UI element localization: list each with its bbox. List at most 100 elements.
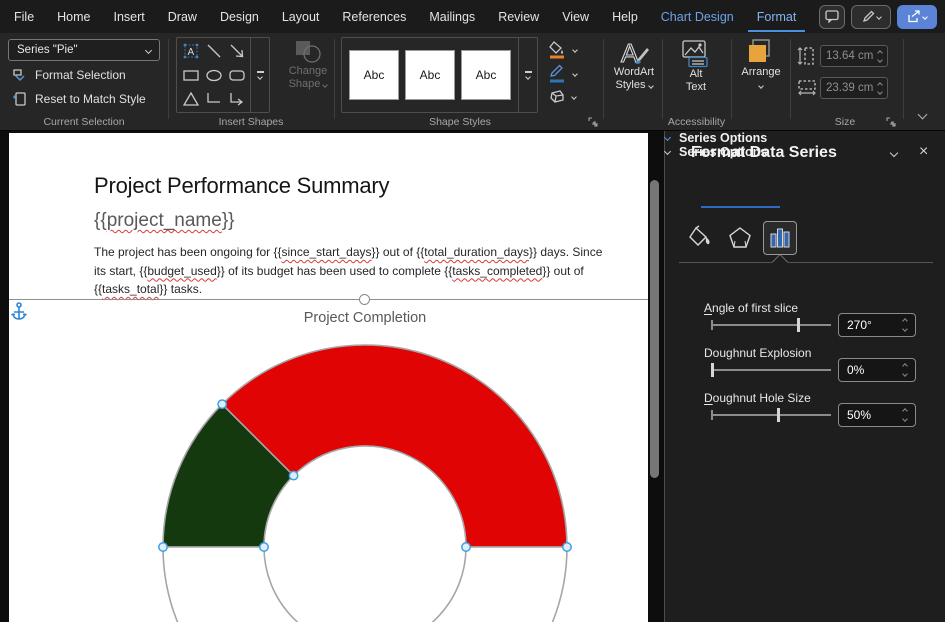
arrow-icon[interactable] <box>227 41 247 61</box>
group-label-insert-shapes: Insert Shapes <box>181 116 321 128</box>
menu-tab-insert[interactable]: Insert <box>105 1 154 33</box>
shape-style-swatch-2[interactable]: Abc <box>405 50 455 100</box>
insert-shapes-more-button[interactable] <box>250 38 269 112</box>
menu-tab-format[interactable]: Format <box>748 1 806 33</box>
reset-to-match-style-label: Reset to Match Style <box>35 92 146 106</box>
placeholder-token: since_start_days <box>281 245 371 259</box>
tab-series-options-icon[interactable] <box>763 221 797 255</box>
menu-tab-draw[interactable]: Draw <box>159 1 206 33</box>
explosion-slider-thumb[interactable] <box>711 363 714 377</box>
elbow-connector-icon[interactable] <box>204 89 224 109</box>
pencil-icon <box>862 10 875 23</box>
document-subheading[interactable]: {{project_name}} <box>94 210 235 232</box>
series-selection-handle[interactable] <box>159 543 167 551</box>
paragraph-line: The project has been ongoing for {{since… <box>94 243 602 262</box>
doughnut-explosion-slider[interactable] <box>711 369 831 371</box>
tab-fill-and-line[interactable] <box>683 221 717 255</box>
shape-height-field[interactable]: 13.64 cm <box>820 45 888 67</box>
angle-spin-up[interactable] <box>902 318 908 324</box>
menu-tab-file[interactable]: File <box>5 1 43 33</box>
collapse-ribbon-chevron[interactable] <box>918 110 928 120</box>
vertical-scrollbar[interactable] <box>650 180 659 478</box>
doughnut-slice-hidden-bottom-half[interactable] <box>163 547 567 622</box>
tab-active-underline <box>701 206 780 208</box>
rounded-rectangle-icon[interactable] <box>227 65 247 85</box>
hole-size-slider-thumb[interactable] <box>777 408 780 422</box>
arrange-icon <box>746 38 776 66</box>
angle-of-first-slice-label: Angle of first slice <box>704 301 798 315</box>
chart-element-dropdown[interactable]: Series "Pie" <box>8 39 160 61</box>
series-selection-handle[interactable] <box>218 400 226 408</box>
angle-slider-thumb[interactable] <box>797 318 800 332</box>
reset-to-match-style-button[interactable]: Reset to Match Style <box>12 91 146 107</box>
shape-styles-more-button[interactable] <box>518 38 537 112</box>
share-button[interactable] <box>897 5 937 29</box>
placeholder-token: tasks_completed <box>452 264 542 278</box>
shape-width-field[interactable]: 23.39 cm <box>820 77 888 99</box>
shape-style-swatch-1[interactable]: Abc <box>349 50 399 100</box>
paint-bucket-icon <box>687 225 713 251</box>
menu-tab-home[interactable]: Home <box>48 1 99 33</box>
triangle-icon[interactable] <box>181 89 201 109</box>
menu-tab-view[interactable]: View <box>553 1 598 33</box>
format-data-series-panel: Format Data Series × Series Options Seri… <box>664 131 945 622</box>
panel-divider <box>679 262 933 263</box>
tab-effects[interactable] <box>723 221 757 255</box>
line-icon[interactable] <box>204 41 224 61</box>
height-spin-down[interactable] <box>877 57 883 63</box>
format-selection-button[interactable]: Format Selection <box>12 67 126 83</box>
explosion-spin-down[interactable] <box>902 371 908 377</box>
explosion-spin-up[interactable] <box>902 363 908 369</box>
menu-tab-layout[interactable]: Layout <box>273 1 329 33</box>
doughnut-chart[interactable] <box>9 290 648 622</box>
hole-size-spin-down[interactable] <box>902 416 908 422</box>
rectangle-icon[interactable] <box>181 65 201 85</box>
doughnut-explosion-field[interactable]: 0% <box>838 358 916 382</box>
menu-tab-mailings[interactable]: Mailings <box>420 1 484 33</box>
doughnut-slice-remaining[interactable] <box>222 345 567 547</box>
angle-spin-down[interactable] <box>902 326 908 332</box>
textbox-icon[interactable]: A <box>181 41 201 61</box>
shape-outline-button[interactable] <box>548 64 577 83</box>
menu-tab-design[interactable]: Design <box>211 1 268 33</box>
menu-tab-review[interactable]: Review <box>489 1 548 33</box>
comments-button[interactable] <box>819 5 845 29</box>
shape-height-value: 13.64 cm <box>826 50 873 62</box>
height-spin-up[interactable] <box>877 50 883 56</box>
change-shape-icon <box>293 39 323 65</box>
document-canvas: Project Performance Summary {{project_na… <box>0 131 676 622</box>
elbow-arrow-connector-icon[interactable] <box>227 89 247 109</box>
tab-series-options[interactable]: Series Options <box>665 131 945 145</box>
size-dialog-launcher[interactable] <box>886 117 897 128</box>
width-spin-down[interactable] <box>877 89 883 95</box>
doughnut-hole-size-field[interactable]: 50% <box>838 403 916 427</box>
menu-tab-help[interactable]: Help <box>603 1 647 33</box>
editing-mode-button[interactable] <box>851 5 891 29</box>
series-selection-handle[interactable] <box>260 543 268 551</box>
arrange-button[interactable]: Arrange <box>735 38 787 92</box>
hole-size-spin-up[interactable] <box>902 408 908 414</box>
angle-of-first-slice-field[interactable]: 270° <box>838 313 916 337</box>
shape-effects-button[interactable] <box>548 89 576 105</box>
menu-tab-chart-design[interactable]: Chart Design <box>652 1 743 33</box>
oval-icon[interactable] <box>204 65 224 85</box>
document-heading[interactable]: Project Performance Summary <box>94 173 389 199</box>
doughnut-hole-size-slider[interactable] <box>711 414 831 416</box>
shape-fill-button[interactable] <box>548 40 577 59</box>
shape-style-swatch-3[interactable]: Abc <box>461 50 511 100</box>
shape-styles-dialog-launcher[interactable] <box>588 117 599 128</box>
series-selection-handle[interactable] <box>563 543 571 551</box>
angle-value: 270° <box>847 318 872 332</box>
series-selection-handle[interactable] <box>289 471 297 479</box>
alt-text-button[interactable]: Alt Text <box>668 40 724 94</box>
menu-tab-references[interactable]: References <box>333 1 415 33</box>
shape-fill-icon <box>548 40 567 59</box>
series-selection-handle[interactable] <box>462 543 470 551</box>
width-spin-up[interactable] <box>877 82 883 88</box>
tab-series-options-label: Series Options <box>679 131 767 145</box>
wordart-styles-button[interactable]: A WordArt Styles <box>606 38 662 92</box>
angle-of-first-slice-slider[interactable] <box>711 324 831 326</box>
shape-width-icon <box>797 79 817 97</box>
panel-close-icon[interactable]: × <box>919 143 928 161</box>
change-shape-button[interactable]: Change Shape <box>284 39 332 91</box>
